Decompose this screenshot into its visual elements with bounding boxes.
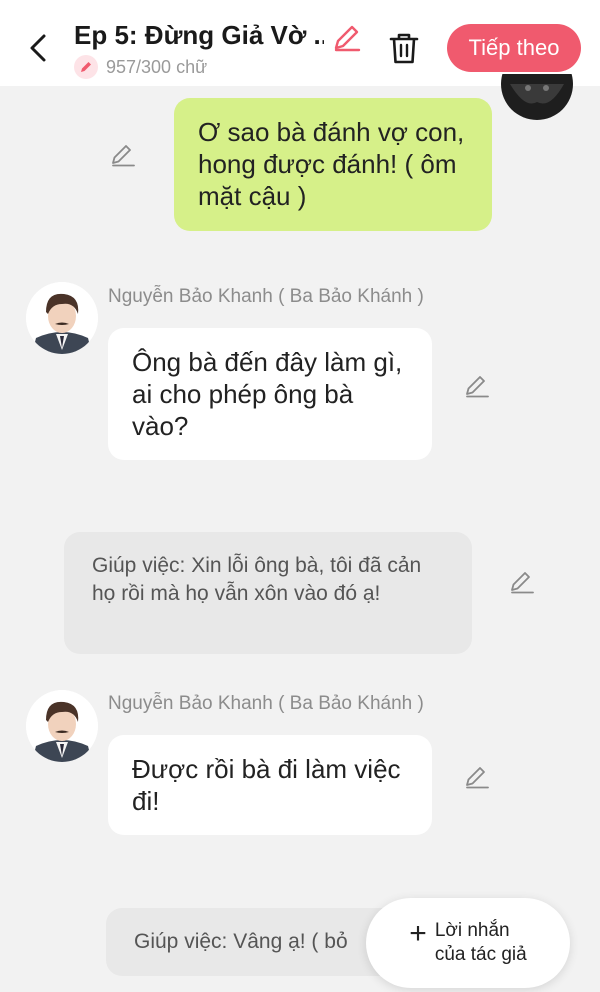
back-button[interactable] (22, 28, 54, 68)
author-note-line1: Lời nhắn (434, 920, 510, 941)
avatar[interactable] (26, 282, 98, 354)
word-count: 957/300 chữ (106, 56, 208, 77)
author-note-button[interactable]: + Lời nhắn của tác giả (366, 898, 570, 988)
pencil-icon (112, 145, 135, 167)
edit-title-button[interactable] (330, 22, 362, 54)
chevron-left-icon (30, 34, 46, 62)
next-button[interactable]: Tiếp theo (447, 24, 581, 72)
episode-title[interactable]: Ep 5: Đừng Giả Vờ ... (74, 20, 324, 51)
pencil-icon (74, 55, 98, 79)
avatar (500, 74, 574, 122)
delete-button[interactable] (386, 28, 422, 68)
author-note-label: Lời nhắn của tác giả (435, 919, 527, 967)
message-bubble-received[interactable]: Ông bà đến đây làm gì, ai cho phép ông b… (108, 328, 432, 460)
message-bubble-received[interactable]: Được rồi bà đi làm việc đi! (108, 735, 432, 835)
speaker-name: Nguyễn Bảo Khanh ( Ba Bảo Khánh ) (108, 693, 424, 714)
word-count-row: 957/300 chữ (74, 55, 207, 79)
pencil-icon (334, 25, 361, 52)
pencil-icon (466, 767, 489, 789)
author-note-line2: của tác giả (434, 944, 527, 965)
trash-icon (389, 33, 419, 64)
edit-message-button[interactable] (462, 371, 492, 401)
message-bubble-sent[interactable]: Ơ sao bà đánh vợ con, hong được đánh! ( … (174, 98, 492, 231)
pencil-icon (466, 376, 489, 398)
edit-message-button[interactable] (108, 140, 138, 170)
speaker-name: Nguyễn Bảo Khanh ( Ba Bảo Khánh ) (108, 286, 424, 307)
edit-message-button[interactable] (462, 762, 492, 792)
pencil-icon (511, 572, 534, 594)
narration-bubble[interactable]: Giúp việc: Xin lỗi ông bà, tôi đã cản họ… (64, 532, 472, 654)
avatar[interactable] (26, 690, 98, 762)
edit-message-button[interactable] (507, 567, 537, 597)
plus-icon: + (409, 917, 427, 950)
narration-bubble[interactable]: Giúp việc: Vâng ạ! ( bỏ (106, 908, 406, 976)
